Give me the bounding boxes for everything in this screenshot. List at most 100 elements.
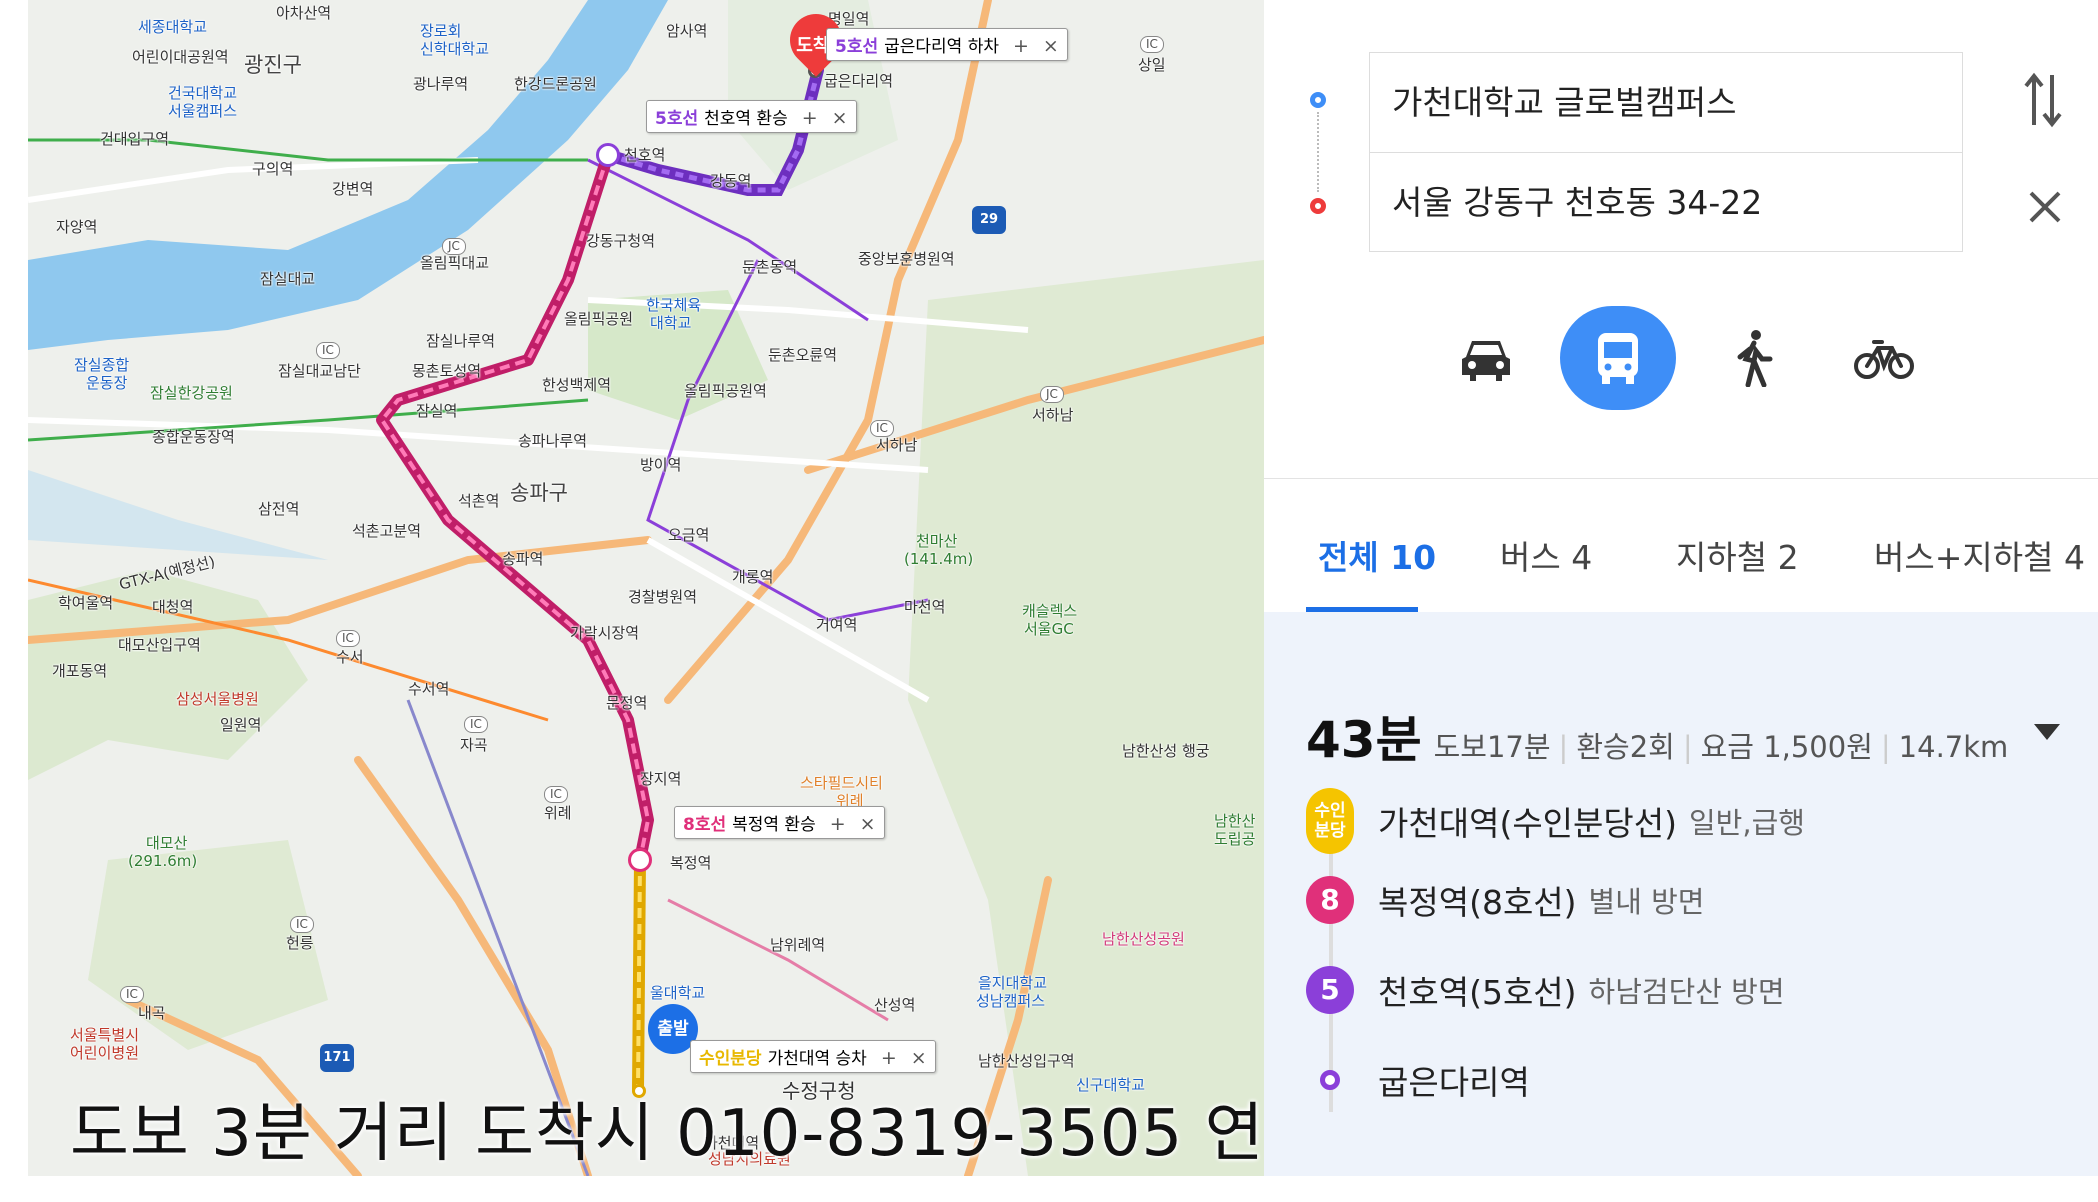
map-label: 몽촌토성역 [412,362,482,380]
map-label: 스타필드시티 [800,774,883,792]
map-label: 거여역 [816,616,858,634]
destination-pin-label: 도착 [796,35,830,57]
route-tabs: 전체 10 버스 4 지하철 2 버스+지하철 4 [1264,478,2098,613]
ic-badge: IC [290,916,314,933]
map-label: (141.4m) [904,550,974,568]
callout-gachon-board[interactable]: 수인분당 가천대역 승차 + × [690,1040,936,1073]
map-label: 둔촌오륜역 [768,346,838,364]
map-view[interactable]: 세종대학교 아차산역 장로회 신학대학교 암사역 명일역 어린이대공원역 광진구… [28,0,1264,1176]
callout-text: 굽은다리역 하차 [884,37,999,57]
step-cheonho[interactable]: 5 천호역(5호선) 하남검단산 방면 [1306,966,1785,1014]
map-label: 을지대학교 [978,974,1048,992]
close-icon[interactable]: × [911,1047,927,1069]
map-label: 문정역 [606,694,648,712]
bus-icon[interactable] [1560,306,1676,410]
map-label: 장지역 [640,770,682,788]
close-icon[interactable]: × [860,813,876,835]
map-label: 서하남 [876,436,918,454]
map-label: 송파나루역 [518,432,588,450]
map-label: 산성역 [874,996,916,1014]
tab-all[interactable]: 전체 10 [1318,531,1436,579]
contact-overlay-text: 도보 3분 거리 도착시 010-8319-3505 연락 [70,1097,1325,1171]
step-name: 굽은다리역 [1378,1063,1530,1102]
callout-bokjeong-transfer[interactable]: 8호선 복정역 환승 + × [674,806,885,839]
ic-badge: IC [316,342,340,359]
map-label: 강동구청역 [586,232,656,250]
plus-icon[interactable]: + [881,1047,897,1069]
map-label: 서하남 [1032,406,1074,424]
map-label: 삼전역 [258,500,300,518]
map-label: 위례 [544,804,572,822]
map-label: 종합운동장역 [152,428,235,446]
tab-subway[interactable]: 지하철 2 [1676,531,1799,579]
map-label: 어린이병원 [70,1044,140,1062]
line-badge-5: 5 [1306,966,1354,1014]
map-label: 장로회 [420,22,462,40]
map-label: 대청역 [152,598,194,616]
map-label: 울대학교 [650,984,706,1002]
transfer-marker-cheonho[interactable] [596,143,620,167]
close-icon[interactable]: × [1043,35,1059,57]
map-label: 중앙보훈병원역 [858,250,955,268]
step-name: 복정역(8호선) [1378,883,1577,922]
jc-badge: JC [1040,386,1064,403]
map-label: 수서 [336,648,364,666]
map-label: 복정역 [670,854,712,872]
map-label: 남위례역 [770,936,826,954]
map-label: 상일 [1138,56,1166,74]
map-label: 잠실대교 [260,270,316,288]
map-label: 잠실종합 [74,356,130,374]
bike-icon[interactable] [1826,306,1942,410]
map-label: 구의역 [252,160,294,178]
callout-text: 복정역 환승 [732,815,816,835]
step-name: 가천대역(수인분당선) [1378,804,1677,843]
map-label: 강변역 [332,180,374,198]
map-label: 헌릉 [286,934,314,952]
ic-badge: IC [1140,36,1164,53]
map-label: 방이역 [640,456,682,474]
map-label: 남한산성입구역 [978,1052,1075,1070]
map-label: 송파구 [510,481,568,505]
transfer-marker-bokjeong[interactable] [628,848,652,872]
map-label: 잠실한강공원 [150,384,233,402]
map-label: 신학대학교 [420,40,490,58]
plus-icon[interactable]: + [830,813,846,835]
end-dot-icon [1306,1056,1354,1104]
step-gachon[interactable]: 수인 분당 가천대역(수인분당선) 일반,급행 [1306,788,1805,854]
map-label: 올림픽공원역 [684,382,767,400]
step-gubeun[interactable]: 굽은다리역 [1306,1056,1530,1104]
plus-icon[interactable]: + [1013,35,1029,57]
route-card[interactable]: 43분 도보17분 | 환승2회 | 요금 1,500원 | 14.7km 수인 분당 가천대… [1264,612,2098,1176]
walk-icon[interactable] [1696,306,1812,410]
callout-cheonho-transfer[interactable]: 5호선 천호역 환승 + × [646,100,857,133]
swap-icon[interactable] [2022,70,2064,134]
map-label: 남한산성공원 [1102,930,1185,948]
ic-badge: IC [336,630,360,647]
callout-gubeun-alight[interactable]: 5호선 굽은다리역 하차 + × [826,28,1068,61]
tab-bus-subway[interactable]: 버스+지하철 4 [1874,531,2085,579]
callout-text: 가천대역 승차 [767,1049,867,1069]
map-label: 일원역 [220,716,262,734]
destination-input[interactable]: 서울 강동구 천호동 34-22 [1369,152,1963,252]
route-time: 43분 [1306,711,1422,769]
map-label: 건대입구역 [100,130,170,148]
destination-dot-icon [1310,198,1326,214]
map-label: 천호역 [624,146,666,164]
line-badge-8: 8 [1306,876,1354,924]
map-label: 남한산 [1214,812,1256,830]
close-icon[interactable] [2028,190,2062,228]
origin-input[interactable]: 가천대학교 글로벌캠퍼스 [1369,52,1963,152]
map-label: 캐슬렉스 [1022,602,1078,620]
map-label: 성남캠퍼스 [976,992,1046,1010]
highway-29-badge: 29 [972,206,1006,234]
tab-bus[interactable]: 버스 4 [1500,531,1592,579]
map-label: 대모산입구역 [118,636,201,654]
map-label: 남한산성 행궁 [1122,742,1210,760]
car-icon[interactable] [1428,306,1544,410]
step-bokjeong[interactable]: 8 복정역(8호선) 별내 방면 [1306,876,1705,924]
expand-chevron-icon[interactable] [2032,722,2062,746]
close-icon[interactable]: × [832,107,848,129]
map-label: 잠실역 [416,402,458,420]
plus-icon[interactable]: + [802,107,818,129]
callout-line: 수인분당 [699,1049,762,1069]
